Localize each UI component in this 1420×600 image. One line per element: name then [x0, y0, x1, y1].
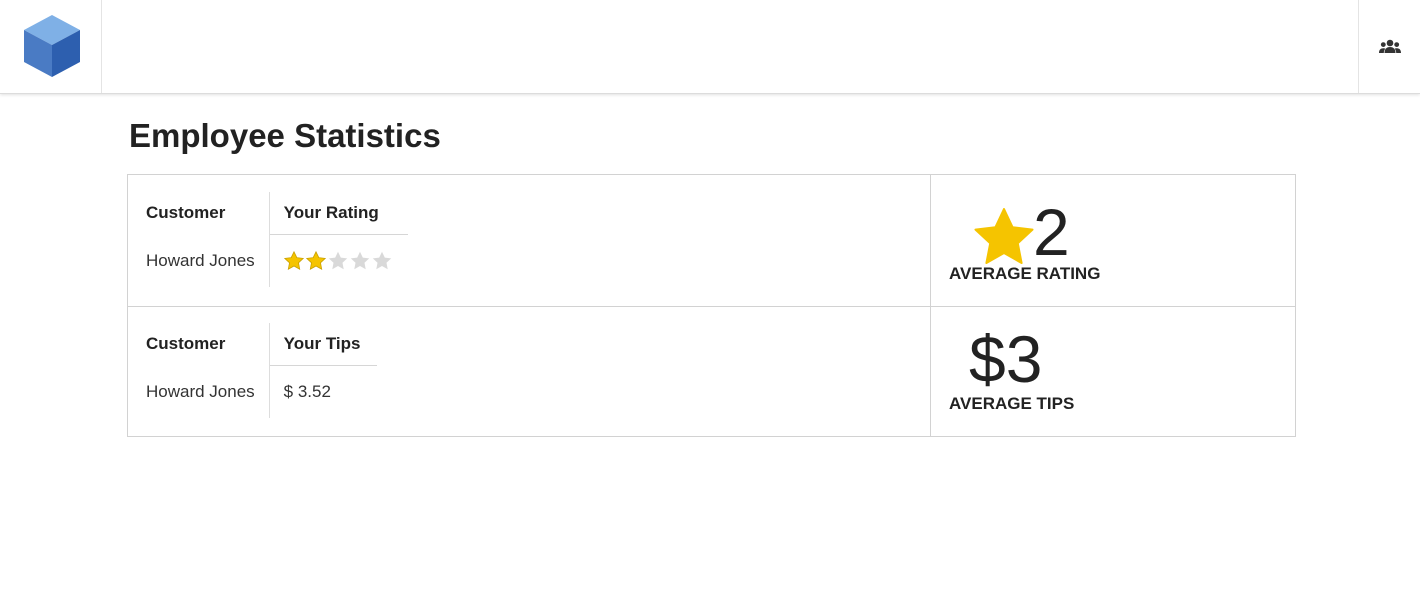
average-tips-value: $3 — [969, 322, 1043, 396]
tip-amount: $ 3.52 — [283, 382, 331, 401]
average-rating-label: AVERAGE RATING — [949, 264, 1101, 283]
table-header-row: Customer Your Rating — [146, 192, 408, 235]
column-header-your-tips: Your Tips — [269, 323, 377, 366]
users-icon — [1379, 39, 1401, 53]
column-header-customer: Customer — [146, 192, 270, 235]
average-tips-cell: $3 AVERAGE TIPS — [931, 306, 1295, 436]
logo[interactable] — [0, 0, 102, 93]
average-tips-label: AVERAGE TIPS — [949, 394, 1075, 413]
star-empty-icon[interactable] — [328, 251, 348, 270]
ratings-row: Customer Your Rating Howard Jones 2 AVER… — [128, 175, 1295, 307]
average-rating-value: 2 — [1033, 195, 1070, 269]
table-row: Howard Jones — [146, 234, 408, 288]
blue-cube-icon — [24, 15, 80, 77]
customer-name: Howard Jones — [146, 234, 270, 287]
column-header-customer: Customer — [146, 323, 270, 366]
top-navbar — [0, 0, 1420, 94]
star-icon — [974, 208, 1034, 264]
ratings-table-cell: Customer Your Rating Howard Jones — [128, 175, 931, 306]
page-title: Employee Statistics — [129, 117, 441, 154]
average-rating-cell: 2 AVERAGE RATING — [931, 175, 1295, 306]
star-filled-icon[interactable] — [305, 251, 326, 270]
table-row: Howard Jones $ 3.52 — [146, 365, 377, 418]
tips-table-cell: Customer Your Tips Howard Jones $ 3.52 — [128, 306, 931, 436]
customer-name: Howard Jones — [146, 365, 270, 418]
column-header-your-rating: Your Rating — [269, 192, 408, 235]
rating-stars — [283, 251, 392, 270]
star-filled-icon[interactable] — [283, 251, 304, 270]
statistics-panel: Customer Your Rating Howard Jones 2 AVER… — [127, 174, 1296, 437]
tips-table: Customer Your Tips Howard Jones $ 3.52 — [146, 323, 377, 418]
tips-row: Customer Your Tips Howard Jones $ 3.52 $… — [128, 306, 1295, 436]
star-empty-icon[interactable] — [350, 251, 370, 270]
rating-cell — [269, 235, 408, 288]
ratings-table: Customer Your Rating Howard Jones — [146, 192, 408, 287]
star-empty-icon[interactable] — [372, 251, 392, 270]
users-button[interactable] — [1358, 0, 1420, 93]
table-header-row: Customer Your Tips — [146, 323, 377, 366]
